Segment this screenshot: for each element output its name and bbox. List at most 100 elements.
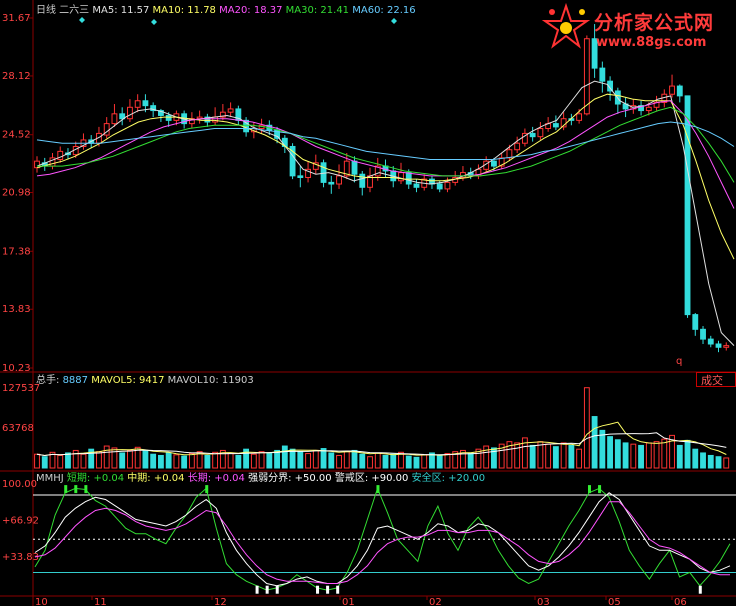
candle [227,108,234,113]
sell-signal-bar [698,585,702,594]
price-tick-label: 13.83 [2,304,31,315]
sell-signal-bar [316,585,320,594]
signal-diamond [151,19,157,25]
candle [111,113,118,125]
candle [297,175,304,178]
volume-bar [157,454,164,469]
volume-bar [715,456,722,469]
volume-bar [545,443,552,469]
candle [165,114,172,121]
volume-bar [127,449,133,469]
ma-line-ma60 [36,121,735,160]
volume-bar [723,457,730,469]
volume-bar [467,452,474,469]
candle [552,123,559,128]
volume-legend-item: 9417 [139,375,164,386]
volume-bar [150,453,157,469]
volume-bar [281,445,288,469]
candle [328,181,335,185]
volume-bar [258,451,265,469]
volume-bar [374,452,381,469]
indicator-line-2 [34,501,730,584]
volume-bar [235,454,242,469]
candle [692,314,699,330]
volume-bar [173,454,180,469]
candle [142,100,149,107]
price-tick-label: 10.23 [2,363,31,374]
stock-chart[interactable]: 31.67 28.12 24.52 20.98 17.38 13.83 10.23 12753… [0,0,736,606]
volume-bar [676,444,683,469]
price-low-marker: q [676,356,682,367]
price-legend-item: MA20: 18.37 [216,5,283,16]
indicator-legend: MMHJ 短期: +0.04 中期: +0.04 长期: +0.04 强弱分界:… [36,471,485,484]
price-legend-item: 二六三 [56,4,89,16]
candle [398,172,404,182]
candle [405,172,412,185]
candle [645,106,652,112]
candle [413,183,420,188]
volume-legend: 总手: 8887 MAVOL5: 9417 MAVOL10: 11903 [36,373,254,386]
volume-legend-item: MAVOL10: [165,375,222,386]
candle [700,328,706,340]
price-tick-label: 20.98 [2,188,31,199]
candle [212,116,219,123]
volume-bar [289,448,296,469]
price-legend-item: MA60: 22.16 [349,5,416,16]
indicator-legend-item: 长期: [185,472,215,484]
indicator-legend-item: 安全区: [408,471,448,484]
volume-bar [607,436,614,469]
volume-bar [599,429,606,469]
x-tick-label: 01 [342,597,355,606]
candle [599,67,606,82]
volume-bar [614,439,621,469]
buy-signal-bar [376,485,380,494]
indicator-legend-item: +0.04 [214,473,245,484]
candle [57,150,64,161]
price-tick-label: 17.38 [2,246,31,257]
price-legend: 日线 二六三 MA5: 11.57 MA10: 11.78 MA20: 18.3… [36,3,416,16]
volume-bar [661,438,668,469]
volume-bar [390,453,397,469]
x-tick-label: 10 [35,597,48,606]
volume-bar [692,448,699,469]
sell-signal-bar [336,585,340,594]
volume-mode-button[interactable]: 成交 [696,372,736,387]
buy-signal-bar [205,485,209,494]
volume-bar [336,454,342,469]
volume-legend-item: 总手: [36,373,63,386]
candle [506,149,513,159]
volume-bar [80,453,87,469]
buy-signal-bar [84,485,88,494]
indicator-legend-item: 警戒区: [332,471,372,484]
candle [684,95,691,316]
sell-signal-bar [265,585,269,594]
price-legend-item: MA5: 11.57 [89,5,149,16]
sell-signal-bar [275,585,279,594]
indicator-legend-item: 强弱分界: [245,472,295,484]
volume-bar [312,449,319,469]
volume-bar [382,454,389,469]
volume-bar [630,443,637,469]
indicator-tick-label: +66.92 [2,516,39,527]
price-tick-label: 24.52 [2,130,31,141]
volume-bar [119,452,126,469]
volume-bar [343,451,350,469]
candle [351,160,358,175]
ma-line-ma20 [36,100,735,209]
volume-bar [413,456,420,469]
indicator-legend-item: +50.00 [295,473,332,484]
x-tick-label: 05 [608,597,621,606]
volume-bar [111,447,118,469]
signal-diamond [391,18,397,24]
volume-bar [529,444,536,469]
volume-bar [444,453,451,469]
volume-bar [583,387,590,469]
price-legend-item: MA10: 11.78 [149,5,216,16]
sell-signal-bar [255,585,259,594]
x-tick-label: 11 [94,597,107,606]
volume-bar [591,416,598,469]
volume-bar [328,452,335,469]
indicator-legend-item: +90.00 [371,473,408,484]
logo-star-icon [541,2,591,49]
volume-bar [204,454,211,469]
